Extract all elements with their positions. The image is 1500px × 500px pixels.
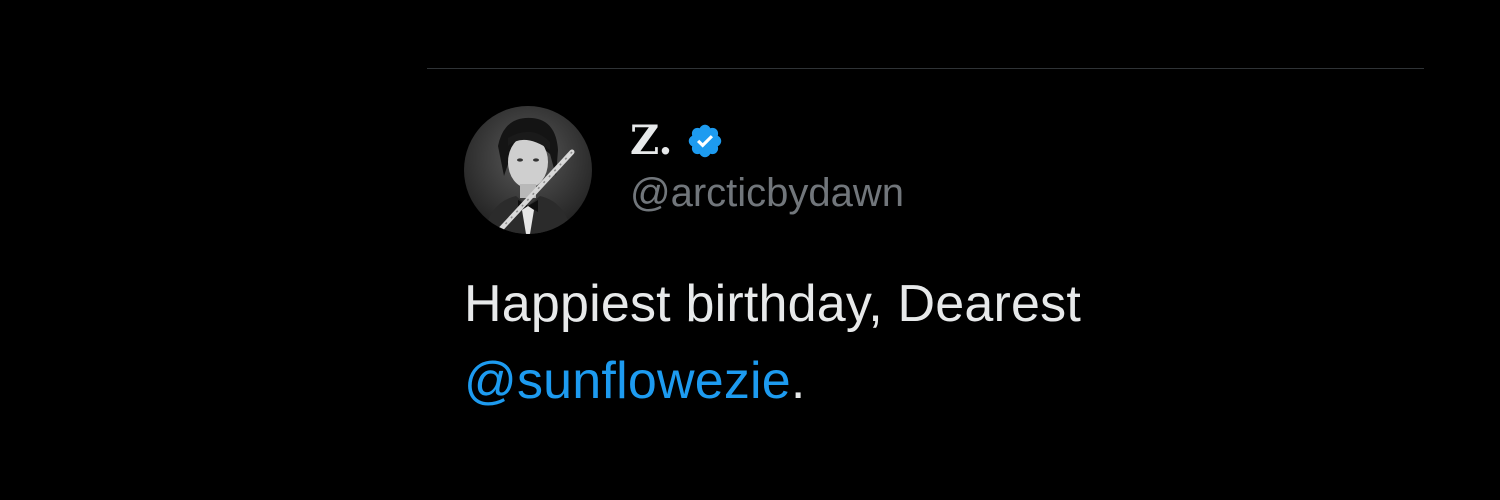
verified-badge-icon <box>686 122 724 160</box>
tweet-header: Z. @arcticbydawn <box>464 106 1424 234</box>
page: Z. @arcticbydawn Happiest birthday, Dear… <box>0 0 1500 500</box>
tweet-text-main: Happiest birthday, Dearest <box>464 275 1081 333</box>
avatar[interactable] <box>464 106 592 234</box>
divider <box>427 68 1424 69</box>
display-name[interactable]: Z. <box>630 118 672 164</box>
avatar-image <box>464 106 592 234</box>
tweet-text-end: . <box>790 352 806 410</box>
tweet[interactable]: Z. @arcticbydawn Happiest birthday, Dear… <box>464 106 1424 420</box>
user-names: Z. @arcticbydawn <box>630 106 904 216</box>
user-handle[interactable]: @arcticbydawn <box>630 170 904 216</box>
name-row: Z. <box>630 118 904 164</box>
tweet-text: Happiest birthday, Dearest @sunflowezie. <box>464 266 1424 420</box>
mention-link[interactable]: @sunflowezie <box>464 352 791 410</box>
